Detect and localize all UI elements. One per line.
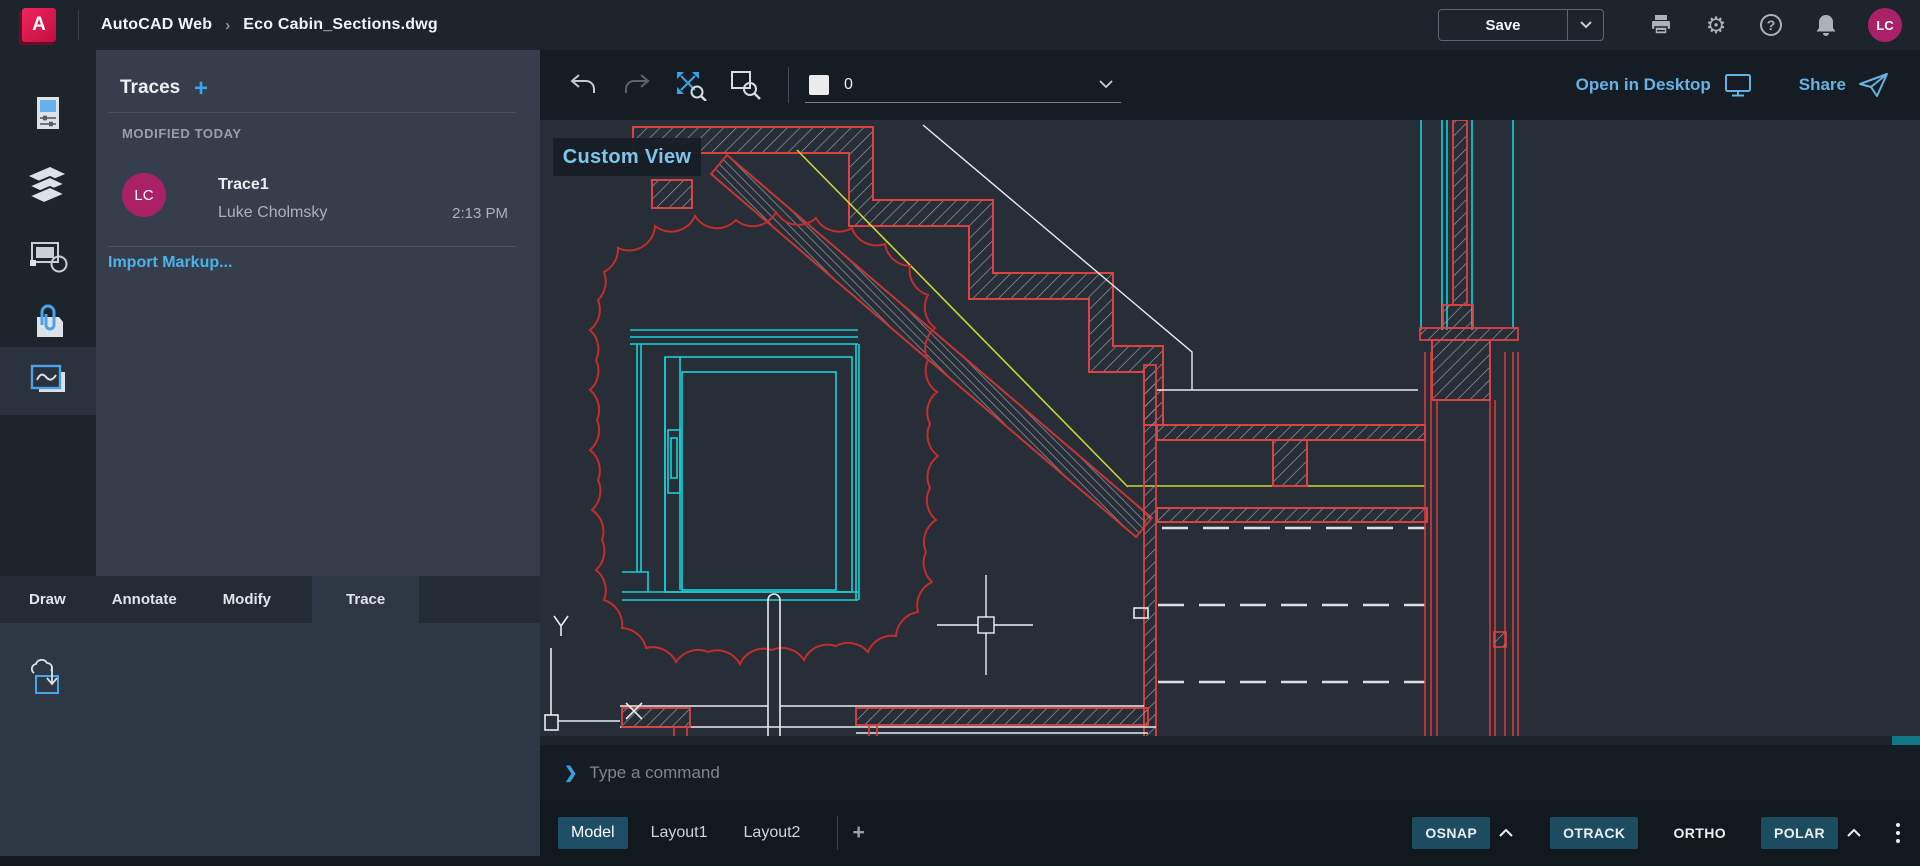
open-in-desktop-button[interactable]: Open in Desktop (1576, 72, 1753, 98)
save-dropdown-button[interactable] (1567, 10, 1603, 40)
canvas-scrollbar[interactable] (540, 736, 1920, 745)
bell-icon[interactable] (1813, 12, 1839, 38)
ribbon-tool-area (0, 623, 540, 856)
share-button[interactable]: Share (1799, 71, 1890, 99)
import-markup-tool-button[interactable] (26, 659, 70, 699)
tab-layout2[interactable]: Layout2 (731, 817, 814, 849)
user-avatar[interactable]: LC (1868, 8, 1902, 42)
help-icon[interactable]: ? (1758, 12, 1784, 38)
handrail-lines (923, 125, 1418, 390)
breadcrumb-separator-icon: › (225, 17, 230, 34)
topbar-actions: Save ⚙ ? LC (1438, 8, 1920, 42)
dwg-drawing (540, 120, 1920, 745)
layers-icon[interactable] (0, 152, 96, 218)
revision-cloud[interactable] (590, 212, 938, 664)
command-prompt-icon: ❯ (564, 763, 577, 783)
tab-trace[interactable]: Trace (312, 576, 419, 623)
print-icon[interactable] (1648, 12, 1674, 38)
toggle-otrack[interactable]: OTRACK (1550, 817, 1638, 849)
trace-author: Luke Cholmsky (218, 204, 327, 222)
panel-title: Traces (120, 77, 180, 99)
door-post (768, 594, 780, 740)
zoom-window-icon[interactable] (728, 69, 762, 101)
osnap-flyout-button[interactable] (1498, 828, 1514, 838)
top-bar: A AutoCAD Web › Eco Cabin_Sections.dwg S… (0, 0, 1920, 50)
view-name-badge[interactable]: Custom View (553, 138, 701, 176)
chevron-down-icon (1099, 80, 1113, 89)
breadcrumb-app[interactable]: AutoCAD Web (101, 16, 212, 34)
chevron-up-icon (1846, 828, 1862, 838)
toggle-osnap[interactable]: OSNAP (1412, 817, 1490, 849)
command-input[interactable]: Type a command (589, 763, 719, 783)
redo-icon[interactable] (620, 69, 654, 101)
add-layout-button[interactable]: + (852, 821, 864, 845)
panel-bottom-strip (0, 856, 540, 866)
traces-icon[interactable] (0, 347, 96, 415)
section-label: MODIFIED TODAY (122, 126, 242, 141)
polar-flyout-button[interactable] (1846, 828, 1862, 838)
layer-color-swatch (809, 75, 829, 95)
add-trace-button[interactable]: + (194, 75, 208, 103)
divider (78, 10, 79, 40)
hidden-dashed-lines (1158, 528, 1425, 682)
status-bar: Model Layout1 Layout2 + OSNAP OTRACK ORT… (540, 800, 1920, 866)
tab-modify[interactable]: Modify (200, 576, 294, 623)
traces-panel: Traces + MODIFIED TODAY LC Trace1 Luke C… (96, 50, 540, 576)
ribbon-tab-bar: Draw Annotate Modify Trace (0, 576, 540, 623)
divider (837, 816, 838, 850)
toggle-polar[interactable]: POLAR (1761, 817, 1838, 849)
crosshair-cursor (937, 575, 1033, 675)
markup-import-icon (26, 659, 70, 699)
save-split-button: Save (1438, 9, 1604, 41)
tab-layout1[interactable]: Layout1 (638, 817, 721, 849)
autocad-web-app: A AutoCAD Web › Eco Cabin_Sections.dwg S… (0, 0, 1920, 866)
canvas-toolbar: 0 Open in Desktop Share (540, 50, 1920, 120)
landing-structure (1134, 365, 1427, 740)
autocad-logo-icon[interactable]: A (22, 8, 56, 42)
tab-draw[interactable]: Draw (6, 576, 89, 623)
drawing-canvas[interactable]: Custom View (540, 120, 1920, 745)
save-button[interactable]: Save (1439, 10, 1567, 40)
tab-annotate[interactable]: Annotate (89, 576, 200, 623)
gear-icon[interactable]: ⚙ (1703, 12, 1729, 38)
undo-icon[interactable] (566, 69, 600, 101)
chevron-down-icon (1580, 21, 1592, 29)
layer-value: 0 (844, 76, 1099, 94)
trace-avatar: LC (122, 173, 166, 217)
zoom-extents-icon[interactable] (674, 69, 708, 101)
status-toggles: OSNAP OTRACK ORTHO POLAR (1412, 817, 1900, 849)
divider (788, 67, 789, 103)
breadcrumb-filename: Eco Cabin_Sections.dwg (243, 16, 438, 34)
divider (108, 246, 516, 247)
desktop-monitor-icon (1723, 72, 1753, 98)
paper-plane-icon (1858, 71, 1890, 99)
floor-block (652, 180, 692, 208)
divider (108, 112, 516, 113)
tab-model[interactable]: Model (558, 817, 628, 849)
toggle-ortho[interactable]: ORTHO (1660, 817, 1739, 849)
left-icon-rail (0, 50, 96, 576)
right-wall (1420, 120, 1518, 740)
properties-icon[interactable] (0, 80, 96, 146)
trace-time: 2:13 PM (452, 205, 508, 222)
status-overflow-menu[interactable] (1896, 823, 1900, 843)
attachments-icon[interactable] (0, 289, 96, 355)
door-frame (622, 330, 859, 600)
chevron-up-icon (1498, 828, 1514, 838)
blocks-icon[interactable] (0, 223, 96, 289)
command-bar[interactable]: ❯ Type a command (540, 745, 1920, 800)
trace-name: Trace1 (218, 176, 269, 194)
import-markup-link[interactable]: Import Markup... (108, 254, 232, 272)
layer-dropdown[interactable]: 0 (805, 67, 1121, 103)
